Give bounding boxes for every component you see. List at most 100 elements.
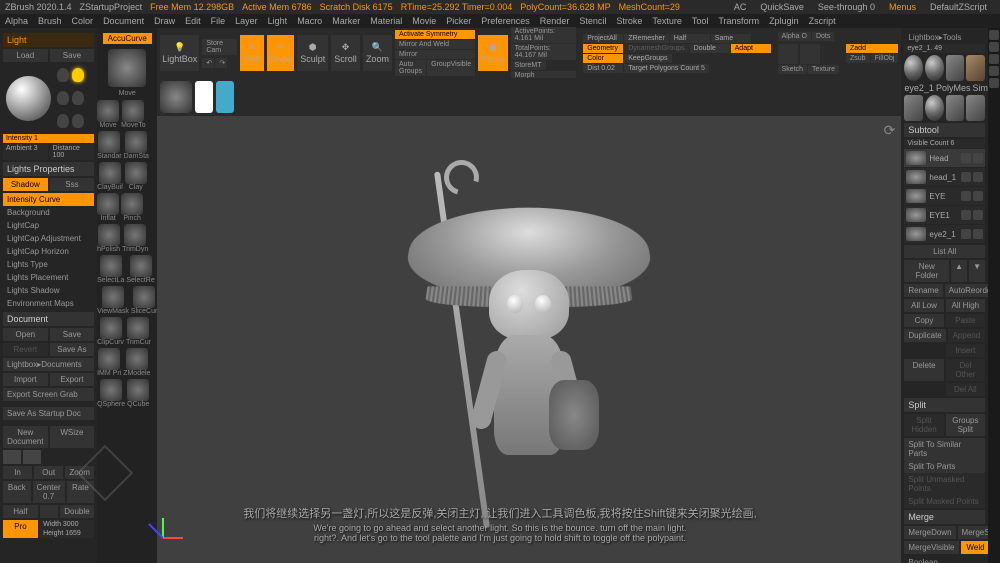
brush-claybuil[interactable] [99,162,121,184]
texture-thumb[interactable] [800,44,820,64]
groupvisible-button[interactable]: GroupVisible [427,60,475,76]
brush-clay[interactable] [125,162,147,184]
menu-preferences[interactable]: Preferences [481,16,530,26]
subtool-eye1[interactable]: EYE1 [904,206,985,224]
eye-icon[interactable] [961,210,971,220]
import-button[interactable]: Import [3,373,48,386]
light-item-lightcap-adjustment[interactable]: LightCap Adjustment [3,232,94,245]
alpha-picker[interactable] [216,81,234,113]
geometry-button[interactable]: Geometry [583,44,623,53]
brush-slicecur[interactable] [133,286,155,308]
color-button[interactable]: Color [583,54,623,63]
menu-marker[interactable]: Marker [332,16,360,26]
menu-alpha[interactable]: Alpha [5,16,28,26]
lightbox-button[interactable]: 💡LightBox [160,35,199,71]
zoom-in-button[interactable]: In [3,466,32,479]
scroll-button[interactable]: ✥Scroll [331,35,360,71]
dots-button[interactable]: Dots [812,32,834,41]
back-button[interactable]: Back [3,481,31,503]
tool-thumb-7[interactable] [946,95,965,121]
delall-button[interactable]: Del All [946,383,985,396]
duplicate-button[interactable]: Duplicate [904,329,945,342]
sculpt-button[interactable]: ⬢Sculpt [297,35,328,71]
shadow-tab[interactable]: Shadow [3,178,48,191]
mergedown-button[interactable]: MergeDown [904,526,955,539]
zoom-out-button[interactable]: Out [34,466,63,479]
ambient-slider[interactable]: Ambient 3 [3,144,48,160]
menu-file[interactable]: File [211,16,226,26]
alpha-thumb[interactable] [778,44,798,64]
eye-icon[interactable] [961,229,971,239]
light-3-bulb[interactable] [57,91,69,105]
menu-color[interactable]: Color [72,16,94,26]
zadd-button[interactable]: Zadd [846,44,898,53]
weld-toggle[interactable]: Weld [961,541,988,554]
menu-stroke[interactable]: Stroke [616,16,642,26]
doc-open-button[interactable]: Open [3,328,48,341]
lightbox-documents-button[interactable]: Lightbox▸Documents [3,358,94,371]
menu-edit[interactable]: Edit [185,16,201,26]
brush-icon[interactable] [973,153,983,163]
active-brush-thumb[interactable] [160,81,192,113]
distance-slider[interactable]: Distance 100 [50,144,95,160]
eye-icon[interactable] [961,153,971,163]
brush-moveto[interactable] [122,100,144,122]
tool-name-label[interactable]: eye2_1. 49 [904,44,985,53]
splitsimilar-button[interactable]: Split To Similar Parts [904,438,985,460]
brush-icon[interactable] [973,229,983,239]
splitunmasked-button[interactable]: Split Unmasked Points [904,473,985,495]
splitparts-button[interactable]: Split To Parts [904,460,985,473]
same-btn[interactable]: Same [711,34,751,43]
menu-draw[interactable]: Draw [154,16,175,26]
light-2-bulb[interactable] [72,68,84,82]
fillobj-button[interactable]: FillObj [871,54,899,63]
brush-imm pri[interactable] [98,348,120,370]
load-button[interactable]: Load [3,49,48,62]
menu-stencil[interactable]: Stencil [579,16,606,26]
insert-button[interactable]: Insert [946,344,985,357]
light-item-lights-placement[interactable]: Lights Placement [3,271,94,284]
dist-slider[interactable]: Dist 0.02 [583,64,623,73]
subtool-head[interactable]: Head [904,149,985,167]
light-item-lightcap-horizon[interactable]: LightCap Horizon [3,245,94,258]
accucurve-label[interactable]: AccuCurve [103,33,152,44]
brush-clipcurv[interactable] [100,317,122,339]
mirror-button[interactable]: Mirror [395,50,475,59]
mirror-weld-button[interactable]: Mirror And Weld [395,40,475,49]
tool-thumb-1[interactable] [904,55,923,81]
refresh-icon[interactable]: ⟳ [884,122,896,139]
lightbox-tools-button[interactable]: Lightbox▸Tools [904,31,985,44]
merge-header[interactable]: Merge [904,510,985,524]
brush-viewmask[interactable] [102,286,124,308]
eye-icon[interactable] [961,191,971,201]
allhigh-button[interactable]: All High [946,299,985,312]
append-button[interactable]: Append [948,329,985,342]
menu-layer[interactable]: Layer [235,16,258,26]
autoreorder-button[interactable]: AutoReorder [945,284,988,297]
brush-damsta[interactable] [125,131,147,153]
persp-button[interactable]: ▣Persp [478,35,508,71]
delete-button[interactable]: Delete [904,359,943,381]
menu-texture[interactable]: Texture [652,16,682,26]
brush-zmodele[interactable] [126,348,148,370]
newfolder-button[interactable]: New Folder [904,260,949,282]
export-button[interactable]: Export [50,373,95,386]
light-item-lightcap[interactable]: LightCap [3,219,94,232]
alllow-button[interactable]: All Low [904,299,943,312]
menu-document[interactable]: Document [103,16,144,26]
brush-standar[interactable] [98,131,120,153]
brush-pinch[interactable] [121,193,143,215]
brush-qsphere[interactable] [100,379,122,401]
edit-mode-button[interactable]: ✎Edit [240,35,264,71]
color-swatch-2[interactable] [23,450,41,464]
storemt-button[interactable]: StoreMT [511,61,546,70]
menu-transform[interactable]: Transform [718,16,759,26]
listall-button[interactable]: List All [904,245,985,258]
menu-tool[interactable]: Tool [692,16,709,26]
mergesimilar-button[interactable]: MergeSimilar [958,526,988,539]
projectall-button[interactable]: ProjectAll [583,34,623,43]
menu-zplugin[interactable]: Zplugin [769,16,799,26]
shelf-icon-2[interactable] [989,42,999,52]
activate-symmetry-button[interactable]: Activate Symmetry [395,30,475,39]
shelf-icon-3[interactable] [989,54,999,64]
